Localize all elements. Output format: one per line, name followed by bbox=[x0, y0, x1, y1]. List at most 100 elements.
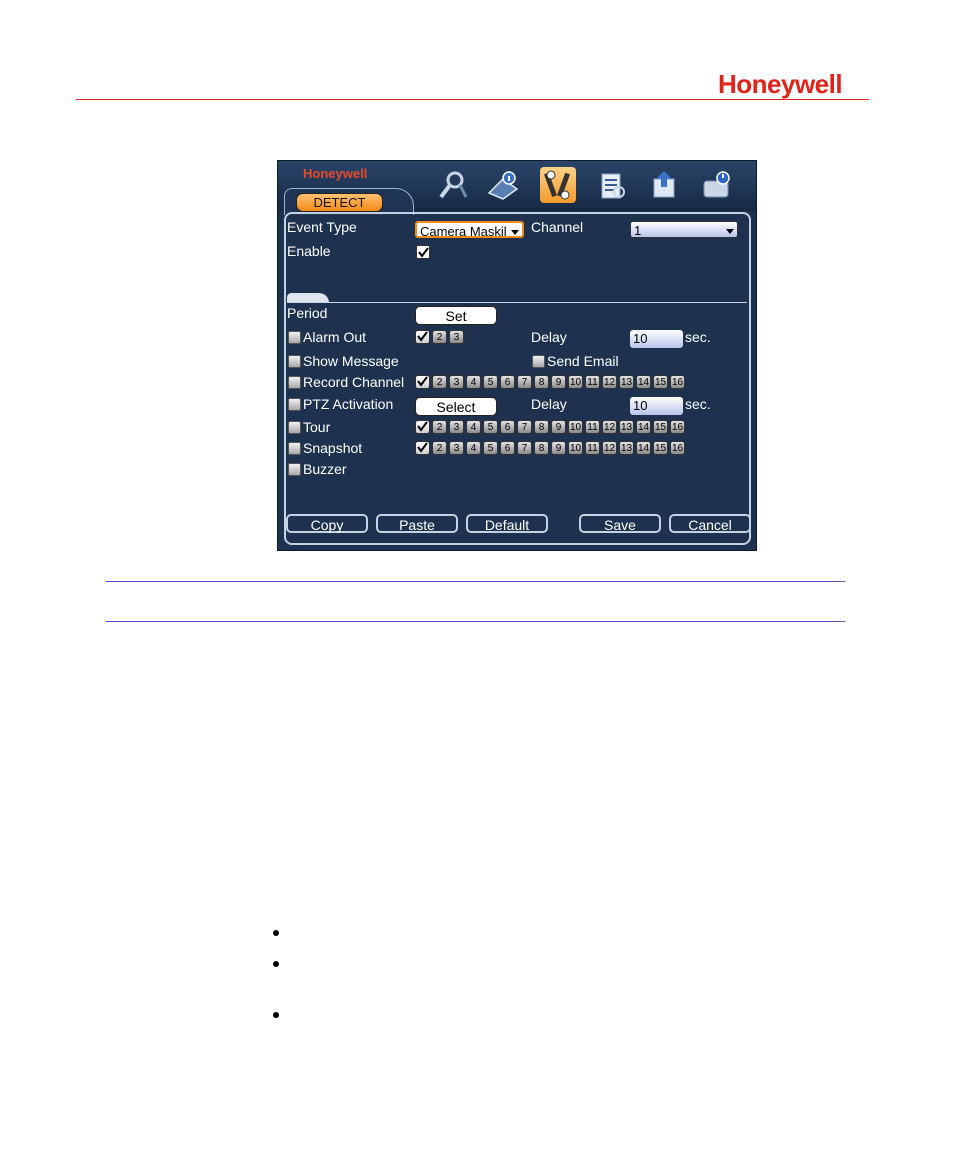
channel-box[interactable]: 13 bbox=[619, 420, 634, 434]
channel-box[interactable]: 12 bbox=[602, 441, 617, 455]
tour-channel-list: 2 3 4 5 6 7 8 9 10 11 12 13 14 15 16 bbox=[415, 420, 685, 434]
ptz-delay-input[interactable]: 10 bbox=[630, 397, 683, 415]
enable-label: Enable bbox=[287, 243, 331, 259]
record-channel-checkbox[interactable] bbox=[288, 376, 301, 389]
channel-box[interactable]: 14 bbox=[636, 441, 651, 455]
channel-box[interactable]: 9 bbox=[551, 375, 566, 389]
delay-label: Delay bbox=[531, 396, 567, 412]
backup-icon[interactable] bbox=[647, 167, 683, 203]
header-divider bbox=[76, 99, 869, 100]
alarm-delay-input[interactable]: 10 bbox=[630, 330, 683, 348]
info-icon[interactable] bbox=[485, 167, 521, 203]
channel-box[interactable]: 14 bbox=[636, 375, 651, 389]
channel-box[interactable]: 10 bbox=[568, 441, 583, 455]
channel-box[interactable]: 9 bbox=[551, 441, 566, 455]
channel-box[interactable]: 12 bbox=[602, 420, 617, 434]
send-email-checkbox[interactable] bbox=[532, 355, 545, 368]
channel-box[interactable]: 7 bbox=[517, 441, 532, 455]
channel-box[interactable]: 16 bbox=[670, 420, 685, 434]
channel-box[interactable]: 15 bbox=[653, 441, 668, 455]
channel-box[interactable]: 7 bbox=[517, 420, 532, 434]
channel-value: 1 bbox=[634, 223, 642, 238]
alarm-output-3[interactable]: 3 bbox=[449, 330, 464, 344]
ptz-select-button[interactable]: Select bbox=[415, 397, 497, 416]
channel-box[interactable]: 4 bbox=[466, 441, 481, 455]
default-button[interactable]: Default bbox=[466, 514, 548, 533]
paste-button[interactable]: Paste bbox=[376, 514, 458, 533]
alarm-out-label: Alarm Out bbox=[303, 329, 367, 345]
channel-box[interactable]: 3 bbox=[449, 441, 464, 455]
send-email-label: Send Email bbox=[547, 353, 619, 369]
channel-box[interactable]: 14 bbox=[636, 420, 651, 434]
channel-box[interactable]: 10 bbox=[568, 420, 583, 434]
channel-box[interactable]: 2 bbox=[432, 441, 447, 455]
channel-box[interactable]: 5 bbox=[483, 441, 498, 455]
search-icon[interactable] bbox=[435, 167, 471, 203]
event-type-value: Camera Maskil bbox=[420, 224, 507, 239]
ptz-activation-label: PTZ Activation bbox=[303, 396, 394, 412]
enable-checkbox[interactable] bbox=[416, 245, 430, 259]
channel-box[interactable]: 11 bbox=[585, 375, 600, 389]
channel-box[interactable]: 9 bbox=[551, 420, 566, 434]
alarm-output-2[interactable]: 2 bbox=[432, 330, 447, 344]
channel-box[interactable]: 12 bbox=[602, 375, 617, 389]
tour-checkbox[interactable] bbox=[288, 421, 301, 434]
cancel-button[interactable]: Cancel bbox=[669, 514, 751, 533]
channel-box[interactable]: 2 bbox=[432, 375, 447, 389]
channel-box[interactable]: 8 bbox=[534, 441, 549, 455]
channel-box[interactable]: 6 bbox=[500, 375, 515, 389]
channel-box[interactable]: 13 bbox=[619, 375, 634, 389]
period-set-button[interactable]: Set bbox=[415, 306, 497, 325]
show-message-checkbox[interactable] bbox=[288, 355, 301, 368]
delay-unit: sec. bbox=[685, 396, 711, 412]
setting-icon[interactable] bbox=[540, 167, 576, 203]
channel-box[interactable]: 10 bbox=[568, 375, 583, 389]
channel-box[interactable]: 11 bbox=[585, 420, 600, 434]
channel-box[interactable]: 16 bbox=[670, 375, 685, 389]
period-label: Period bbox=[287, 305, 328, 321]
dvr-logo: Honeywell bbox=[303, 166, 368, 181]
record-channel-1-checked[interactable] bbox=[415, 375, 430, 389]
section-divider-bottom bbox=[106, 621, 845, 622]
channel-box[interactable]: 3 bbox=[449, 375, 464, 389]
bullet-point bbox=[273, 961, 279, 967]
event-type-label: Event Type bbox=[287, 219, 357, 235]
channel-box[interactable]: 5 bbox=[483, 375, 498, 389]
channel-box[interactable]: 11 bbox=[585, 441, 600, 455]
snapshot-label: Snapshot bbox=[303, 440, 363, 456]
channel-box[interactable]: 2 bbox=[432, 420, 447, 434]
channel-box[interactable]: 8 bbox=[534, 375, 549, 389]
dvr-detect-window: Honeywell DETECT Event Type Camera Maski… bbox=[277, 160, 757, 551]
buzzer-checkbox[interactable] bbox=[288, 463, 301, 476]
channel-box[interactable]: 7 bbox=[517, 375, 532, 389]
shutdown-icon[interactable] bbox=[699, 167, 735, 203]
tab-detect[interactable]: DETECT bbox=[296, 193, 383, 212]
channel-box[interactable]: 4 bbox=[466, 420, 481, 434]
save-button[interactable]: Save bbox=[579, 514, 661, 533]
channel-box[interactable]: 15 bbox=[653, 375, 668, 389]
event-type-select[interactable]: Camera Maskil bbox=[415, 221, 524, 239]
channel-box[interactable]: 4 bbox=[466, 375, 481, 389]
ptz-activation-checkbox[interactable] bbox=[288, 398, 301, 411]
channel-box[interactable]: 8 bbox=[534, 420, 549, 434]
bullet-point bbox=[273, 1012, 279, 1018]
channel-select[interactable]: 1 bbox=[630, 221, 738, 238]
copy-button[interactable]: Copy bbox=[286, 514, 368, 533]
channel-box[interactable]: 15 bbox=[653, 420, 668, 434]
channel-box[interactable]: 6 bbox=[500, 420, 515, 434]
snapshot-channel-1-checked[interactable] bbox=[415, 441, 430, 455]
channel-box[interactable]: 3 bbox=[449, 420, 464, 434]
channel-box[interactable]: 5 bbox=[483, 420, 498, 434]
delay-label: Delay bbox=[531, 329, 567, 345]
channel-box[interactable]: 13 bbox=[619, 441, 634, 455]
snapshot-checkbox[interactable] bbox=[288, 442, 301, 455]
alarm-out-checkbox[interactable] bbox=[288, 331, 301, 344]
channel-label: Channel bbox=[531, 219, 584, 235]
channel-box[interactable]: 6 bbox=[500, 441, 515, 455]
alarm-output-1-checked[interactable] bbox=[415, 330, 430, 344]
tour-channel-1-checked[interactable] bbox=[415, 420, 430, 434]
advanced-icon[interactable] bbox=[594, 167, 630, 203]
channel-box[interactable]: 16 bbox=[670, 441, 685, 455]
chevron-down-icon bbox=[511, 230, 519, 235]
section-divider bbox=[287, 302, 747, 303]
